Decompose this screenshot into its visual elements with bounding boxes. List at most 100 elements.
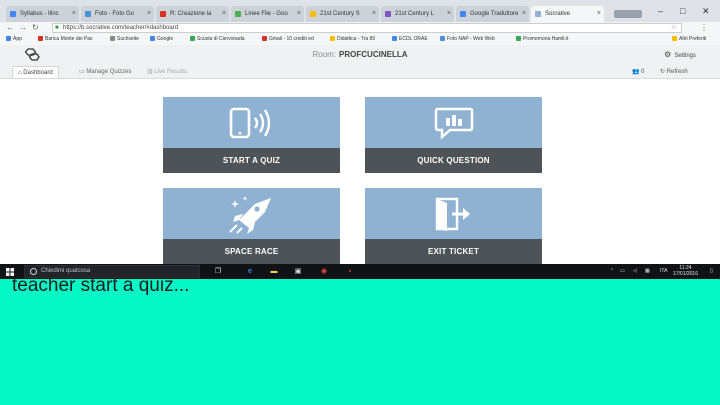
bookmark-item[interactable]: Scuola di Ciervonada (190, 34, 245, 45)
notification-icon[interactable]: ▯ (710, 264, 713, 279)
gear-icon: ⚙ (664, 50, 672, 59)
browser-tab[interactable]: Google Traduttore × (456, 6, 529, 22)
slide-caption: teacher start a quiz... (12, 275, 190, 296)
tray-up-arrow-icon[interactable]: ⌃ (610, 264, 614, 279)
browser-toolbar: ← → ↻ ■ https://b.socrative.com/teacher/… (0, 22, 720, 34)
tab-dashboard-label: Dashboard (23, 70, 53, 76)
task-view-icon[interactable]: ❐ (212, 266, 224, 277)
tray-volume-icon[interactable]: ◁ (633, 264, 637, 279)
rocket-icon (228, 195, 271, 234)
bookmark-item[interactable]: ECDL ORAE (392, 34, 428, 45)
refresh-label: Refresh (666, 69, 688, 75)
close-tab-icon[interactable]: × (147, 6, 151, 22)
bookmark-label: Altri Preferiti (679, 36, 707, 42)
bookmark-item[interactable]: Suchseite (110, 34, 139, 45)
refresh-button[interactable]: ↻ Refresh (660, 66, 688, 78)
bookmark-favicon-icon (440, 36, 445, 41)
bookmark-item[interactable]: Google (150, 34, 173, 45)
bookmark-label: ECDL ORAE (399, 36, 428, 42)
bookmark-favicon-icon (392, 36, 397, 41)
browser-tab-label: Syllabus - Ilinc (20, 11, 59, 17)
tab-live-results-label: Live Results (154, 69, 188, 75)
exit-door-icon (435, 197, 470, 231)
bookmark-item[interactable]: Foto NAP - Web Web (440, 34, 495, 45)
tray-keyboard-icon[interactable]: ▦ (645, 264, 650, 279)
app-header: Room: PROFCUCINELLA ⚙ Settings (0, 45, 720, 64)
close-tab-icon[interactable]: × (222, 6, 226, 22)
bookmark-label: Banca Monte dei Pas (45, 36, 93, 42)
bookmark-label: Scuola di Ciervonada (197, 36, 245, 42)
start-quiz-label: START A QUIZ (163, 148, 340, 173)
language-indicator[interactable]: ITA (660, 264, 667, 279)
tab-favicon-icon (85, 11, 91, 17)
tray-network-icon[interactable]: ▭ (620, 264, 625, 279)
forward-icon[interactable]: → (19, 22, 27, 34)
tab-favicon-icon (235, 11, 241, 17)
tab-dashboard[interactable]: ⌂ Dashboard (12, 66, 59, 78)
exit-ticket-tile[interactable]: EXIT TICKET (365, 188, 542, 264)
tab-favicon-icon (10, 11, 16, 17)
edge-icon[interactable]: e (244, 266, 256, 277)
bookmark-item[interactable]: Promemoria Hamit.it (516, 34, 569, 45)
back-icon[interactable]: ← (6, 22, 14, 34)
minimize-icon[interactable]: – (658, 6, 663, 16)
space-race-label: SPACE RACE (163, 239, 340, 264)
close-tab-icon[interactable]: × (372, 6, 376, 22)
tab-manage-quizzes[interactable]: ▭ Manage Quizzes (74, 66, 136, 78)
bookmark-favicon-icon (330, 36, 335, 41)
bookmark-item[interactable]: Altri Preferiti (672, 34, 706, 45)
powerpoint-icon[interactable]: ▪ (344, 266, 356, 277)
close-tab-icon[interactable]: × (522, 6, 526, 22)
browser-tab[interactable]: Socrative × (531, 6, 604, 22)
taskbar-clock[interactable]: 11:24 17/01/2016 (673, 265, 698, 277)
address-bar[interactable]: ■ https://b.socrative.com/teacher/#dashb… (52, 23, 682, 33)
browser-tab[interactable]: 21st Century L × (381, 6, 454, 22)
lock-icon: ■ (55, 25, 59, 31)
file-explorer-icon[interactable]: ▬ (268, 266, 280, 277)
chrome-icon[interactable]: ◉ (318, 266, 330, 277)
close-window-icon[interactable]: ✕ (702, 6, 710, 17)
bookmark-favicon-icon (262, 36, 267, 41)
close-tab-icon[interactable]: × (597, 6, 601, 22)
browser-tab[interactable]: 21st Century S × (306, 6, 379, 22)
tab-favicon-icon (535, 11, 541, 17)
bookmark-favicon-icon (516, 36, 521, 41)
quick-question-tile[interactable]: QUICK QUESTION (365, 97, 542, 173)
close-tab-icon[interactable]: × (447, 6, 451, 22)
students-count: 👥 0 (632, 66, 644, 78)
tab-live-results[interactable]: ▥ Live Results (142, 66, 192, 78)
browser-tab[interactable]: Syllabus - Ilinc × (6, 6, 79, 22)
store-icon[interactable]: ▣ (292, 266, 304, 277)
browser-tab-label: Foto - Foto Go (95, 11, 135, 17)
start-quiz-tile[interactable]: START A QUIZ (163, 97, 340, 173)
browser-tab[interactable]: Foto - Foto Go × (81, 6, 154, 22)
bookmark-favicon-icon (672, 36, 677, 41)
refresh-icon: ↻ (660, 69, 667, 75)
close-tab-icon[interactable]: × (72, 6, 76, 22)
tab-favicon-icon (385, 11, 391, 17)
bookmark-star-icon[interactable]: ☆ (671, 24, 677, 32)
bookmark-item[interactable]: App (6, 34, 22, 45)
address-bar-url: https://b.socrative.com/teacher/#dashboa… (63, 25, 179, 31)
browser-tab-label: Linee File - Goo (245, 11, 288, 17)
tile-icon-area (163, 97, 340, 148)
tab-favicon-icon (460, 11, 466, 17)
browser-tab[interactable]: Linee File - Goo × (231, 6, 304, 22)
bookmark-item[interactable]: Banca Monte dei Pas (38, 34, 93, 45)
windows-user-badge (614, 10, 642, 18)
close-tab-icon[interactable]: × (297, 6, 301, 22)
maximize-icon[interactable]: □ (680, 6, 685, 16)
screenshot: Syllabus - Ilinc × Foto - Foto Go × R: Creaz… (0, 0, 720, 279)
bookmark-item[interactable]: Didattica - Tra 89 (330, 34, 375, 45)
browser-menu-icon[interactable]: ⋮ (700, 22, 708, 34)
space-race-tile[interactable]: SPACE RACE (163, 188, 340, 264)
browser-tab-label: 21st Century S (320, 11, 360, 17)
reload-icon[interactable]: ↻ (32, 22, 39, 34)
app-nav: ⌂ Dashboard ▭ Manage Quizzes ▥ Live Resu… (0, 64, 720, 79)
clock-date: 17/01/2016 (672, 271, 698, 277)
settings-button[interactable]: ⚙ Settings (664, 45, 696, 66)
bookmark-favicon-icon (38, 36, 43, 41)
browser-tab-label: 21st Century L (395, 11, 435, 17)
browser-tab[interactable]: R: Creazione la × (156, 6, 229, 22)
bookmark-item[interactable]: Gmail - 10 crediti ed (262, 34, 314, 45)
